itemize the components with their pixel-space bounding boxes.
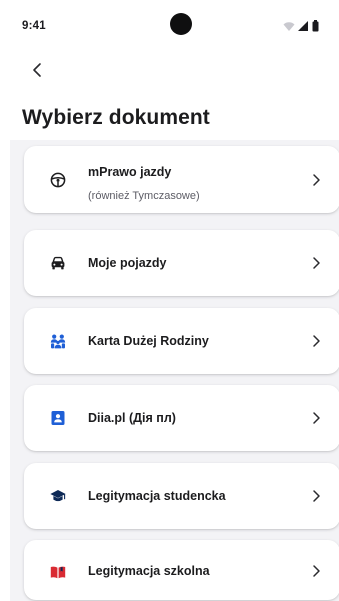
document-label: Legitymacja szkolna <box>88 564 210 578</box>
chevron-right-icon <box>313 565 320 577</box>
document-card-legitymacja-szkolna[interactable]: Legitymacja szkolna <box>24 540 339 600</box>
back-button[interactable] <box>26 58 50 82</box>
family-icon <box>50 333 66 349</box>
document-sublabel: (również Tymczasowe) <box>88 190 200 202</box>
chevron-right-icon <box>313 174 320 186</box>
chevron-right-icon <box>313 490 320 502</box>
status-bar: 9:41 <box>0 0 339 44</box>
document-card-diia-pl[interactable]: Diia.pl (Дія пл) <box>24 385 339 451</box>
document-card-mprawo-jazdy[interactable]: mPrawo jazdy (również Tymczasowe) <box>24 146 339 213</box>
camera-cutout <box>170 13 192 35</box>
steering-wheel-icon <box>50 172 66 188</box>
car-icon <box>50 255 66 271</box>
battery-icon <box>312 20 319 32</box>
status-time: 9:41 <box>22 20 46 32</box>
wifi-icon <box>283 22 295 31</box>
document-label: Diia.pl (Дія пл) <box>88 411 176 425</box>
document-label: Legitymacja studencka <box>88 489 226 503</box>
chevron-right-icon <box>313 335 320 347</box>
status-icons <box>283 20 323 32</box>
chevron-right-icon <box>313 257 320 269</box>
document-card-legitymacja-studencka[interactable]: Legitymacja studencka <box>24 463 339 529</box>
document-card-karta-duzej-rodziny[interactable]: Karta Dużej Rodziny <box>24 308 339 374</box>
id-card-icon <box>50 410 66 426</box>
signal-icon <box>298 21 308 31</box>
graduation-cap-icon <box>50 488 66 504</box>
document-label: Moje pojazdy <box>88 256 167 270</box>
chevron-left-icon <box>33 63 41 77</box>
document-list: mPrawo jazdy (również Tymczasowe) Moje p… <box>10 140 339 601</box>
page-title: Wybierz dokument <box>22 106 210 129</box>
document-card-moje-pojazdy[interactable]: Moje pojazdy <box>24 230 339 296</box>
book-icon <box>50 564 66 580</box>
document-label: Karta Dużej Rodziny <box>88 334 209 348</box>
document-label: mPrawo jazdy <box>88 165 172 179</box>
chevron-right-icon <box>313 412 320 424</box>
